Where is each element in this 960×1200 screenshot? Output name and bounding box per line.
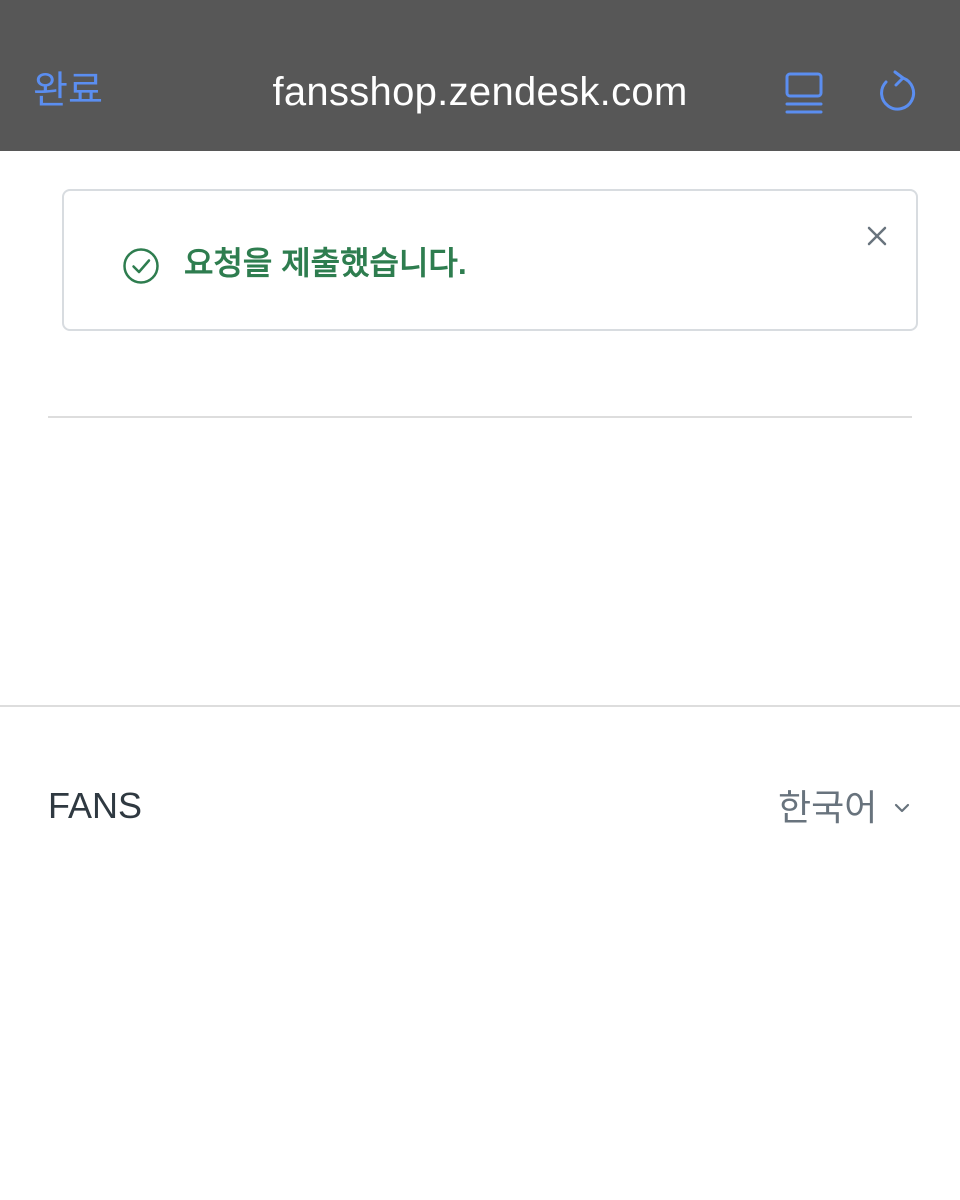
chevron-down-icon: [895, 803, 910, 813]
language-selector[interactable]: 한국어: [778, 786, 913, 830]
check-circle-icon: [123, 248, 159, 284]
reader-view-icon: [785, 72, 823, 114]
footer-brand: FANS: [48, 785, 143, 826]
language-label: 한국어: [778, 787, 878, 828]
reload-icon: [880, 70, 916, 111]
success-notice: 요청을 제출했습니다.: [62, 189, 918, 331]
reader-view-button[interactable]: [782, 70, 826, 116]
footer-divider: [0, 705, 960, 707]
notice-message: 요청을 제출했습니다.: [184, 245, 467, 281]
reload-button[interactable]: [874, 68, 920, 116]
close-icon[interactable]: [864, 223, 890, 249]
browser-top-bar: 완료 fansshop.zendesk.com: [0, 0, 960, 151]
content-divider: [48, 416, 912, 418]
